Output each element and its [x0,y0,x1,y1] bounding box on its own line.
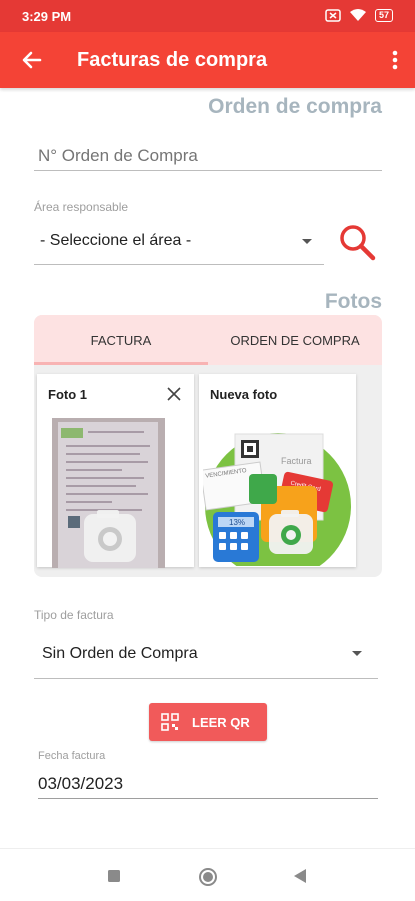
tab-orden-de-compra[interactable]: ORDEN DE COMPRA [208,315,382,365]
area-select[interactable]: - Seleccione el área - [34,220,324,265]
status-icons: 57 [325,8,393,22]
notification-x-icon [325,8,341,22]
status-bar: 3:29 PM 57 [0,0,415,32]
recent-apps-icon[interactable] [107,869,121,883]
new-photo-illustration: Factura VENCIMIENTO Credit Card 13% [203,433,351,566]
invoice-type-value: Sin Orden de Compra [42,645,198,662]
invoice-date-input[interactable] [38,770,378,799]
illustration-factura-text: Factura [281,456,312,466]
back-arrow-icon[interactable] [18,46,46,74]
invoice-type-select[interactable]: Sin Orden de Compra [34,630,378,679]
order-number-input[interactable] [34,142,382,171]
battery-icon: 57 [374,8,393,22]
tab-factura[interactable]: FACTURA [34,315,208,365]
home-icon[interactable] [198,867,218,887]
invoice-date-label: Fecha factura [38,750,106,762]
photo-tile-label: Nueva foto [210,387,278,402]
area-select-value: - Seleccione el área - [40,232,192,249]
more-vertical-icon[interactable] [387,46,403,74]
read-qr-label: LEER QR [192,715,250,730]
qr-code-icon [161,713,179,731]
photo-tabs: FACTURA ORDEN DE COMPRA [34,315,382,365]
close-icon[interactable] [166,386,182,402]
status-time: 3:29 PM [22,9,72,24]
system-nav-bar [0,848,415,901]
read-qr-button[interactable]: LEER QR [149,703,267,741]
wifi-icon [349,9,366,21]
back-nav-icon[interactable] [292,868,308,884]
dropdown-caret-icon [302,239,312,244]
photos-section-title: Fotos [324,290,382,313]
order-section-title: Orden de compra [208,95,382,118]
illustration-percent-text: 13% [229,518,245,527]
search-icon[interactable] [337,222,377,262]
photos-card: FACTURA ORDEN DE COMPRA Foto 1 Nueva fot… [34,315,382,577]
invoice-type-label: Tipo de factura [34,608,114,622]
dropdown-caret-icon [352,651,362,656]
photo-tile-1[interactable]: Foto 1 [37,374,194,568]
page-title: Facturas de compra [77,49,268,71]
area-label: Área responsable [34,200,129,214]
app-bar: Facturas de compra [0,32,415,88]
invoice-photo-thumbnail [52,418,165,568]
photo-tile-new[interactable]: Nueva foto Factura VENCIMIENTO Credit Ca… [199,374,356,567]
photo-tile-label: Foto 1 [48,387,87,402]
